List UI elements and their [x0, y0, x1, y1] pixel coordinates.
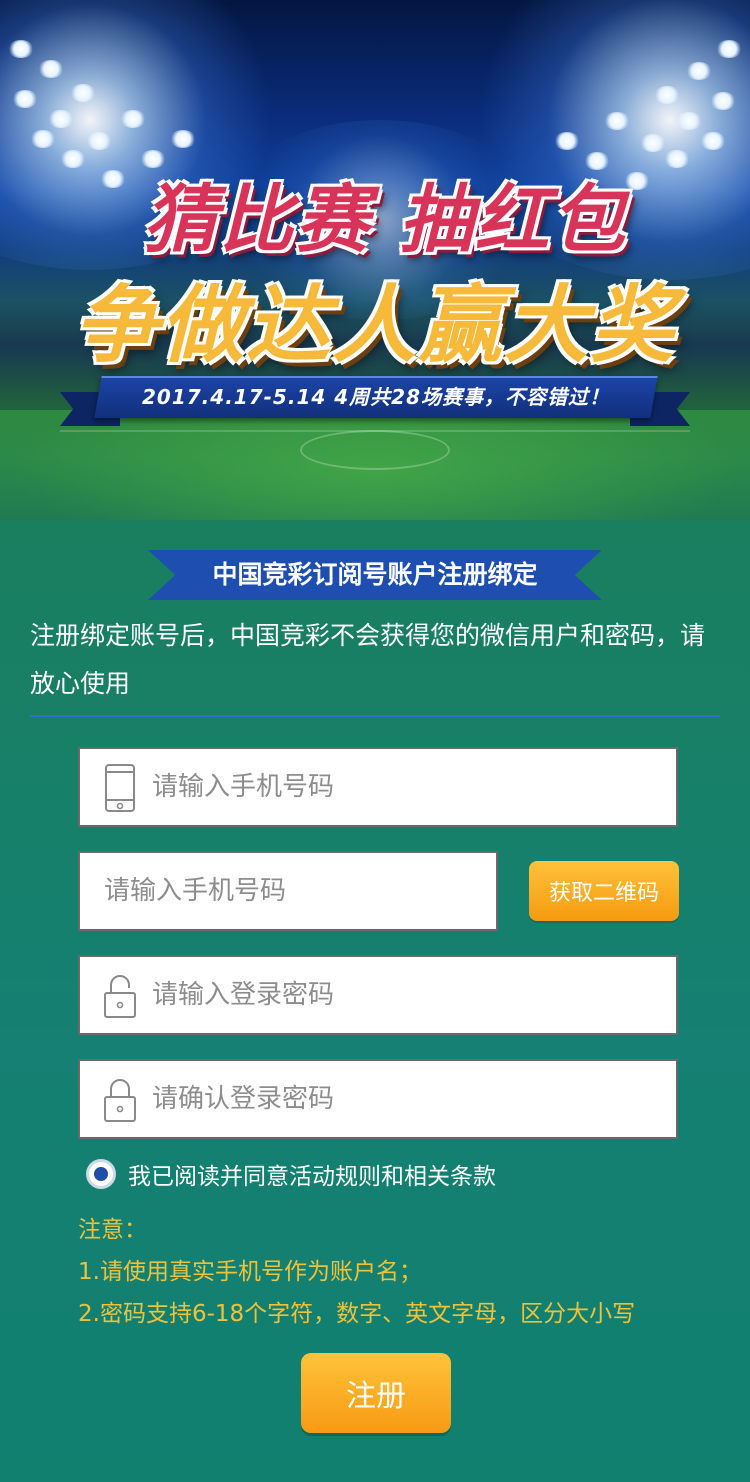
event-date-text: 2017.4.17-5.14 4周共28场赛事，不容错过！ [142, 385, 610, 409]
phone-field [78, 747, 678, 827]
code-input[interactable] [104, 853, 484, 929]
confirm-password-field [78, 1059, 678, 1139]
phone-icon [105, 764, 135, 812]
hero-title-line1: 猜比赛 抽红包 [143, 177, 627, 263]
get-code-button[interactable]: 获取二维码 [529, 861, 679, 921]
register-button[interactable]: 注册 [301, 1353, 451, 1433]
hero-banner: 猜比赛 抽红包 争做达人赢大奖 2017.4.17-5.14 4周共28场赛事，… [0, 0, 750, 520]
note-item: 2.密码支持6-18个字符，数字、英文字母，区分大小写 [78, 1301, 636, 1327]
agree-radio[interactable] [86, 1159, 116, 1189]
password-field [78, 955, 678, 1035]
lock-icon [104, 975, 136, 1018]
notes-heading: 注意： [78, 1217, 147, 1243]
confirm-password-input[interactable] [152, 1061, 652, 1137]
lock-icon [104, 1079, 136, 1122]
section-title: 中国竞彩订阅号账户注册绑定 [212, 560, 538, 589]
password-input[interactable] [152, 957, 652, 1033]
hero-title-line2: 争做达人赢大奖 [73, 276, 676, 374]
agree-row[interactable]: 我已阅读并同意活动规则和相关条款 [86, 1156, 496, 1192]
note-item: 1.请使用真实手机号作为账户名； [78, 1259, 422, 1285]
code-field [78, 851, 498, 931]
phone-input[interactable] [152, 749, 652, 825]
center-circle [300, 430, 450, 470]
agree-label[interactable]: 我已阅读并同意活动规则和相关条款 [128, 1157, 496, 1191]
divider [30, 715, 720, 717]
privacy-notice: 注册绑定账号后，中国竞彩不会获得您的微信用户和密码，请放心使用 [30, 621, 706, 698]
